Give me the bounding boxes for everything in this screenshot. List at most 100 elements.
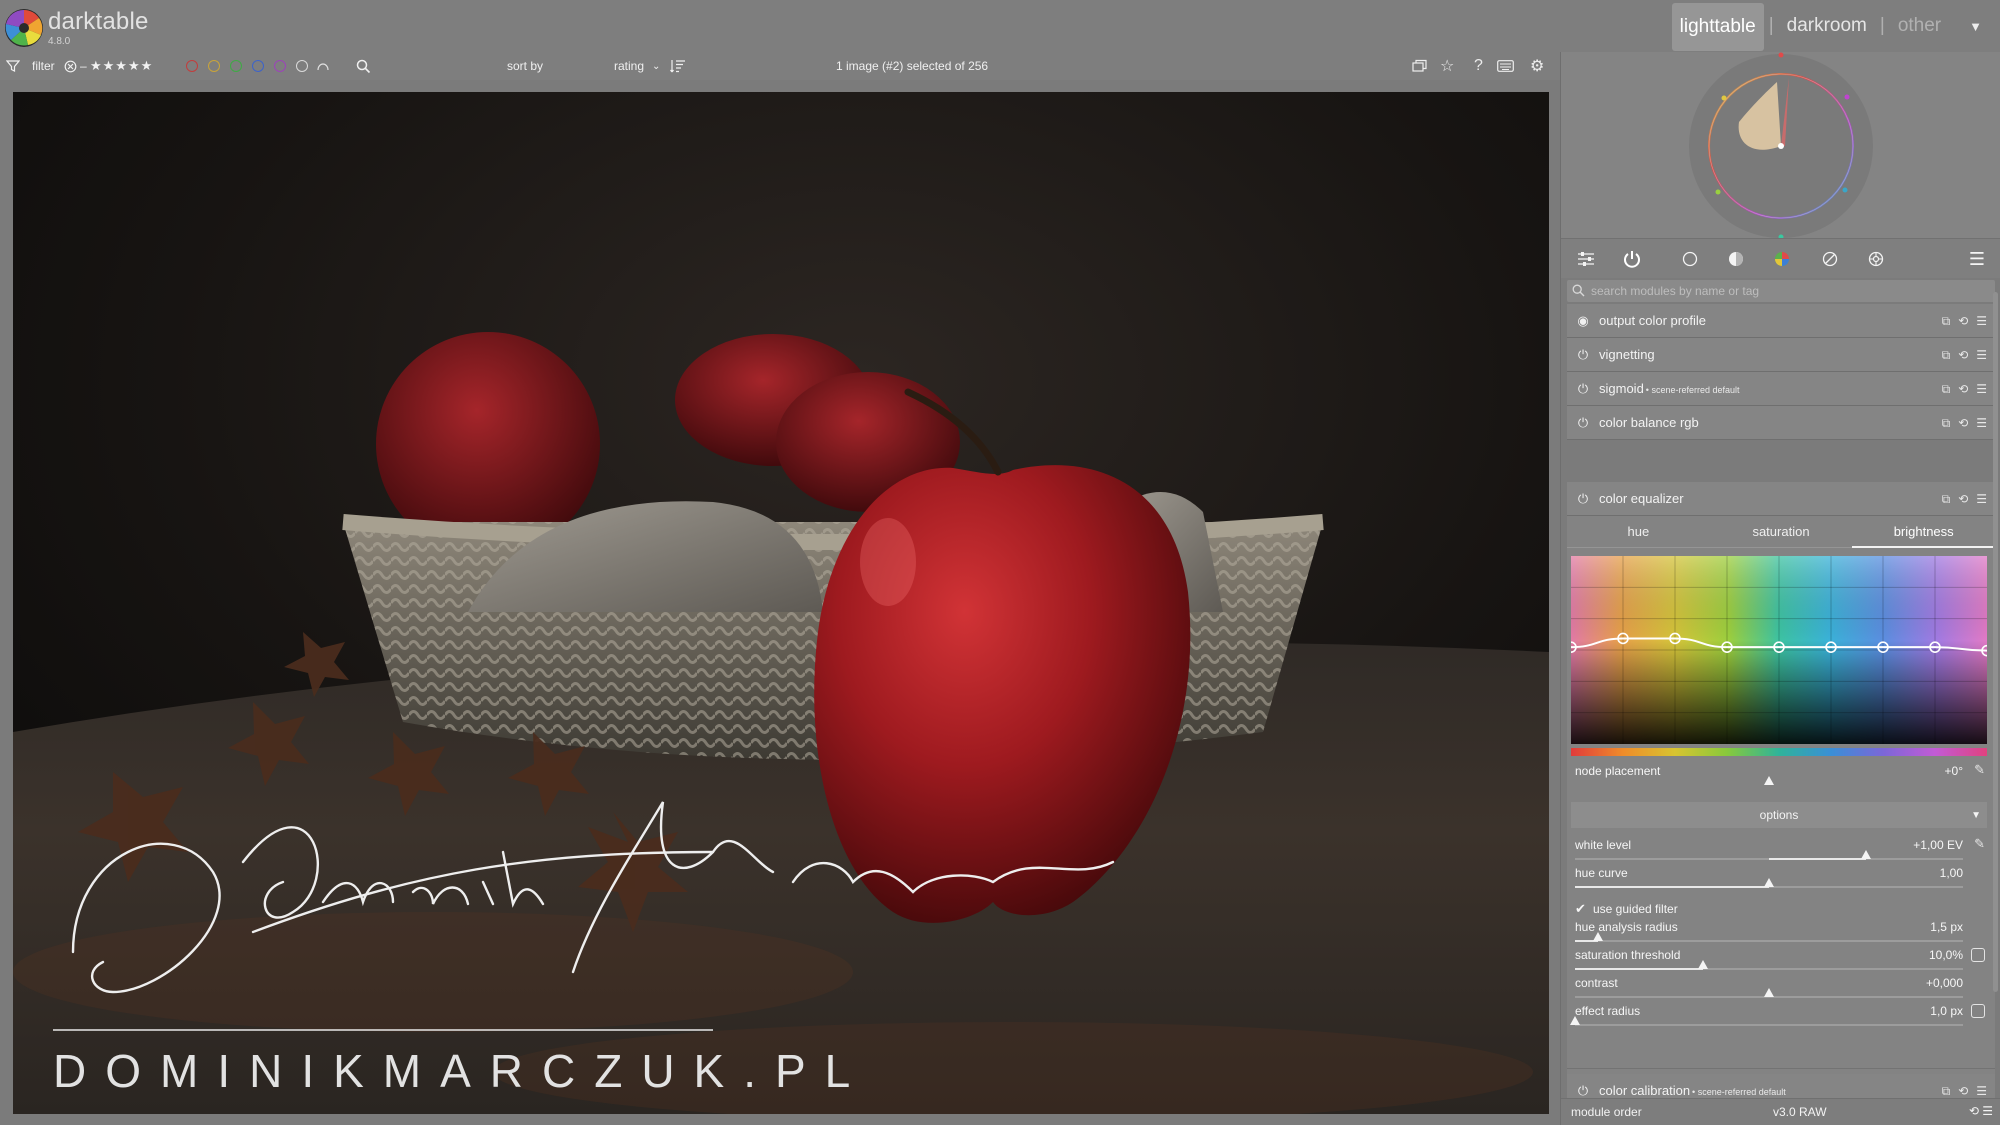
module-power-icon[interactable]: ⏻: [1573, 1083, 1593, 1099]
slider-track[interactable]: [1575, 988, 1963, 998]
text-search-field[interactable]: [376, 52, 506, 80]
module-header-row[interactable]: ◉ output color profile ⧉ ⟲ ☰: [1567, 304, 1995, 338]
reset-icon[interactable]: ⟲: [1958, 1084, 1968, 1098]
color-label-dot[interactable]: [274, 60, 286, 72]
presets-menu-icon[interactable]: ☰: [1976, 348, 1987, 362]
mask-toggle-icon[interactable]: [1971, 948, 1985, 962]
star-overlay-icon[interactable]: ☆: [1440, 52, 1454, 80]
mask-toggle-icon[interactable]: [1971, 1004, 1985, 1018]
slider-effect-radius[interactable]: effect radius 1,0 px: [1570, 1000, 1987, 1036]
color-modules-icon[interactable]: [1757, 239, 1807, 279]
slider-thumb[interactable]: [1764, 878, 1774, 887]
help-icon[interactable]: ?: [1474, 52, 1483, 80]
color-label-dot[interactable]: [230, 60, 242, 72]
reset-icon[interactable]: ⟲: [1958, 492, 1968, 506]
tab-saturation[interactable]: saturation: [1709, 516, 1853, 548]
keyboard-shortcuts-icon[interactable]: [1497, 52, 1514, 80]
color-label-filter-grey[interactable]: [296, 52, 330, 80]
module-power-icon[interactable]: ⏻: [1573, 415, 1593, 431]
module-order-icons[interactable]: ⟲ ☰: [1969, 1104, 1993, 1118]
reject-icon[interactable]: [64, 52, 77, 80]
quick-access-panel-icon[interactable]: [1561, 239, 1611, 279]
presets-menu-icon[interactable]: ☰: [1976, 492, 1987, 506]
color-label-filter[interactable]: [186, 52, 296, 80]
view-darkroom[interactable]: darkroom: [1779, 2, 1875, 50]
checkmark-icon[interactable]: ✔: [1575, 901, 1589, 917]
guided-filter-checkbox[interactable]: ✔ use guided filter: [1575, 898, 1875, 920]
vectorscope[interactable]: [1561, 52, 2000, 240]
presets-menu-icon[interactable]: ☰: [1976, 416, 1987, 430]
slider-thumb[interactable]: [1698, 960, 1709, 969]
tone-modules-icon[interactable]: [1711, 239, 1761, 279]
node-placement-thumb[interactable]: [1764, 776, 1774, 785]
module-header-color-equalizer[interactable]: ⏻ color equalizer ⧉ ⟲ ☰: [1567, 482, 1995, 516]
right-panel: ☰ ◉ output color profile ⧉ ⟲ ☰ ⏻ vignetting ⧉ ⟲ ☰…: [1560, 52, 2000, 1125]
sort-order-icon[interactable]: [670, 52, 686, 80]
module-search-box[interactable]: [1567, 280, 1995, 302]
views-dropdown-icon[interactable]: ▼: [1969, 19, 1982, 34]
presets-menu-icon[interactable]: ☰: [1976, 314, 1987, 328]
module-power-icon[interactable]: ⏻: [1573, 347, 1593, 363]
reset-icon[interactable]: ⟲: [1958, 348, 1968, 362]
module-header-row[interactable]: ⏻ sigmoid • scene-referred default ⧉ ⟲ ☰: [1567, 372, 1995, 406]
reset-icon[interactable]: ⟲: [1958, 382, 1968, 396]
tab-brightness[interactable]: brightness: [1852, 516, 1996, 548]
slider-track[interactable]: [1570, 1016, 1963, 1026]
filter-funnel-icon[interactable]: [6, 52, 20, 80]
tab-hue[interactable]: hue: [1567, 516, 1710, 548]
view-lighttable[interactable]: lighttable: [1671, 3, 1764, 51]
color-equalizer-body: hue saturation brightness node placement…: [1567, 516, 1996, 1108]
multi-instance-icon[interactable]: ⧉: [1942, 348, 1951, 363]
module-order-value[interactable]: v3.0 RAW: [1773, 1105, 1827, 1119]
module-header-row[interactable]: ⏻ vignetting ⧉ ⟲ ☰: [1567, 338, 1995, 372]
presets-menu-icon[interactable]: ☰: [1976, 1084, 1987, 1098]
text-search-input[interactable]: [376, 57, 506, 75]
multi-instance-icon[interactable]: ⧉: [1942, 382, 1951, 397]
slider-thumb[interactable]: [1861, 850, 1871, 859]
reset-icon[interactable]: ⟲: [1958, 314, 1968, 328]
view-other[interactable]: other: [1890, 2, 1949, 50]
node-placement-slider[interactable]: node placement +0° ✎: [1571, 760, 1987, 796]
multi-instance-icon[interactable]: ⧉: [1942, 492, 1951, 507]
color-label-dot[interactable]: [186, 60, 198, 72]
slider-track[interactable]: [1575, 850, 1963, 860]
correct-modules-icon[interactable]: [1805, 239, 1855, 279]
slider-thumb[interactable]: [1570, 1016, 1580, 1025]
multi-instance-icon[interactable]: ⧉: [1942, 416, 1951, 431]
module-groups-menu-icon[interactable]: ☰: [1953, 239, 2000, 279]
module-power-icon[interactable]: ⏻: [1573, 491, 1593, 507]
slider-thumb[interactable]: [1593, 932, 1604, 941]
module-power-icon[interactable]: ⏻: [1573, 381, 1593, 397]
module-group-tabs: ☰: [1561, 238, 2000, 278]
main-photo[interactable]: DOMINIKMARCZUK.PL: [13, 92, 1549, 1114]
grouping-icon[interactable]: [1412, 52, 1428, 80]
color-label-dot[interactable]: [252, 60, 264, 72]
slider-track[interactable]: [1575, 878, 1963, 888]
multi-instance-icon[interactable]: ⧉: [1942, 314, 1951, 329]
sort-by-value: rating: [614, 59, 645, 73]
presets-menu-icon[interactable]: ☰: [1976, 382, 1987, 396]
slider-track[interactable]: [1575, 932, 1963, 942]
multi-instance-icon[interactable]: ⧉: [1942, 1084, 1951, 1099]
module-header-row[interactable]: ⏻ color balance rgb ⧉ ⟲ ☰: [1567, 406, 1995, 440]
module-power-icon[interactable]: ◉: [1573, 313, 1593, 329]
color-label-and-or-icon[interactable]: [316, 61, 330, 71]
rating-filter-stars[interactable]: ★★★★★: [90, 52, 153, 80]
brightness-curve-graph[interactable]: [1571, 556, 1987, 744]
module-search-input[interactable]: [1591, 284, 1981, 298]
color-label-dot[interactable]: [208, 60, 220, 72]
slider-track[interactable]: [1575, 960, 1963, 970]
color-picker-icon[interactable]: ✎: [1974, 836, 1985, 852]
preferences-gear-icon[interactable]: ⚙: [1530, 52, 1544, 80]
base-modules-circle-icon[interactable]: [1665, 239, 1715, 279]
right-panel-scrollbar[interactable]: [1993, 292, 1998, 992]
slider-hue-curve[interactable]: hue curve 1,00: [1571, 862, 1987, 898]
sort-by-select[interactable]: rating ⌄: [614, 52, 660, 80]
search-icon[interactable]: [356, 52, 371, 80]
reset-icon[interactable]: ⟲: [1958, 416, 1968, 430]
options-section-header[interactable]: options ▼: [1571, 802, 1987, 828]
effect-modules-icon[interactable]: [1851, 239, 1901, 279]
slider-thumb[interactable]: [1764, 988, 1774, 997]
active-modules-power-icon[interactable]: [1607, 239, 1657, 279]
color-picker-icon[interactable]: ✎: [1974, 762, 1985, 778]
